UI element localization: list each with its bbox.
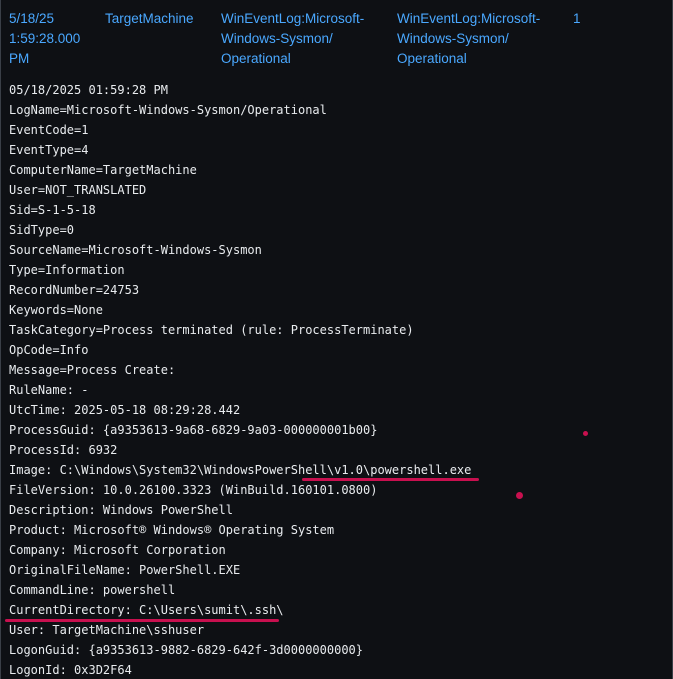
raw-event-line: User: TargetMachine\sshuser — [9, 623, 205, 637]
event-host-link[interactable]: TargetMachine — [105, 9, 213, 29]
annotation-dot — [583, 431, 588, 436]
raw-event-line: ComputerName=TargetMachine — [9, 163, 197, 177]
raw-event-line: LogName=Microsoft-Windows-Sysmon/Operati… — [9, 103, 327, 117]
raw-event-line: EventCode=1 — [9, 123, 89, 137]
raw-event-line: User=NOT_TRANSLATED — [9, 183, 147, 197]
event-source-link[interactable]: WinEventLog:Microsoft- Windows-Sysmon/ O… — [221, 9, 386, 69]
raw-event-line: CurrentDirectory: C:\Users\sumit\.ssh\ — [9, 603, 284, 617]
raw-event-line: Type=Information — [9, 263, 125, 277]
raw-event-line: LogonId: 0x3D2F64 — [9, 663, 132, 677]
raw-event-line: Company: Microsoft Corporation — [9, 543, 226, 557]
raw-event-line: ProcessId: 6932 — [9, 443, 118, 457]
raw-event-line: Message=Process Create: — [9, 363, 176, 377]
raw-event-line: Product: Microsoft® Windows® Operating S… — [9, 523, 335, 537]
raw-event-line: SourceName=Microsoft-Windows-Sysmon — [9, 243, 262, 257]
raw-event-line: FileVersion: 10.0.26100.3323 (WinBuild.1… — [9, 483, 378, 497]
raw-event-line: 05/18/2025 01:59:28 PM — [9, 83, 168, 97]
raw-event-line: Image: C:\Windows\System32\WindowsPowerS… — [9, 463, 472, 477]
raw-event-line: CommandLine: powershell — [9, 583, 176, 597]
event-count-link[interactable]: 1 — [573, 9, 603, 29]
raw-event-line: RecordNumber=24753 — [9, 283, 140, 297]
raw-event-line: ProcessGuid: {a9353613-9a68-6829-9a03-00… — [9, 423, 378, 437]
raw-event-line: Keywords=None — [9, 303, 103, 317]
raw-event-line: EventType=4 — [9, 143, 89, 157]
annotation-underline-current-directory — [5, 619, 279, 622]
event-sourcetype-link[interactable]: WinEventLog:Microsoft- Windows-Sysmon/ O… — [397, 9, 562, 69]
raw-event-line: RuleName: - — [9, 383, 89, 397]
annotation-underline-image-path — [302, 478, 479, 481]
raw-event-line: UtcTime: 2025-05-18 08:29:28.442 — [9, 403, 241, 417]
raw-event-text: 05/18/2025 01:59:28 PM LogName=Microsoft-… — [9, 80, 664, 679]
raw-event-line: LogonGuid: {a9353613-9882-6829-642f-3d00… — [9, 643, 364, 657]
raw-event-line: SidType=0 — [9, 223, 75, 237]
annotation-dot — [516, 492, 523, 499]
raw-event-line: TaskCategory=Process terminated (rule: P… — [9, 323, 414, 337]
raw-event-line: OpCode=Info — [9, 343, 89, 357]
raw-event-line: Description: Windows PowerShell — [9, 503, 233, 517]
event-summary-row: 5/18/25 1:59:28.000 PM TargetMachine Win… — [1, 0, 672, 80]
raw-event-line: OriginalFileName: PowerShell.EXE — [9, 563, 241, 577]
raw-event-line: Sid=S-1-5-18 — [9, 203, 96, 217]
event-viewer-panel: 5/18/25 1:59:28.000 PM TargetMachine Win… — [0, 0, 673, 679]
event-time-link[interactable]: 5/18/25 1:59:28.000 PM — [9, 9, 99, 69]
